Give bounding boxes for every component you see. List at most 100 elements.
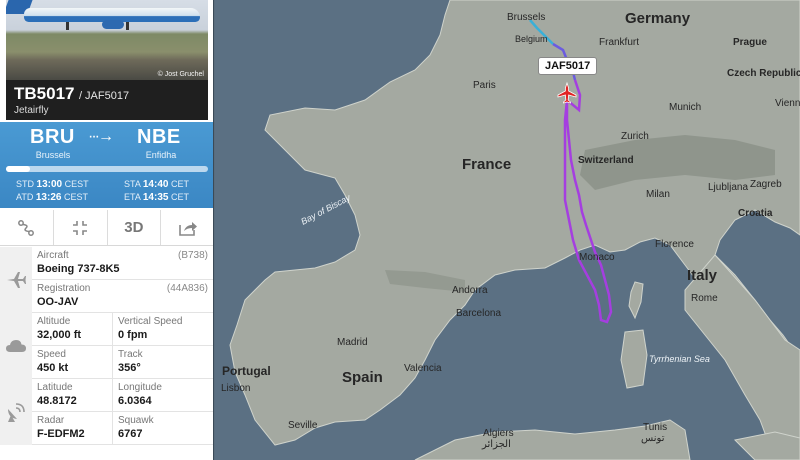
aircraft-value: Boeing 737-8K5	[37, 263, 120, 275]
track-cell: Track 356°	[113, 346, 213, 379]
latitude-value: 48.8172	[37, 395, 77, 407]
flight-number: TB5017	[14, 84, 75, 103]
map-canvas[interactable]: Germany France Italy Spain Portugal Brus…	[215, 0, 800, 460]
flight-progress-bar	[6, 166, 208, 172]
3d-view-button[interactable]: 3D	[108, 210, 162, 245]
arrival-times: STA 14:40 CET ETA 14:35 CET	[124, 178, 189, 204]
registration-label: Registration	[37, 283, 91, 294]
city-label: Tunis	[643, 422, 667, 433]
radar-label: Radar	[37, 415, 65, 426]
flight-toolbar: 3D	[0, 210, 213, 246]
longitude-value: 6.0364	[118, 395, 152, 407]
plane-icon	[0, 247, 32, 313]
city-label: Vienna	[775, 98, 800, 109]
country-label: Germany	[625, 10, 691, 27]
altitude-value: 32,000 ft	[37, 329, 82, 341]
altitude-label: Altitude	[37, 316, 71, 327]
photo-credit: © Jost Gruchel	[157, 71, 204, 78]
city-label: Andorra	[452, 285, 488, 296]
region-label: Belgium	[515, 34, 548, 44]
city-label: Milan	[646, 189, 670, 200]
route-icon	[18, 219, 35, 236]
std-timezone: CEST	[64, 179, 89, 189]
registration-value: OO-JAV	[37, 296, 79, 308]
plane-gear	[126, 22, 129, 30]
track-value: 356°	[118, 362, 141, 374]
city-label: Monaco	[579, 252, 615, 263]
sta-time: 14:40	[142, 179, 169, 190]
route-box: BRU Brussels ···→ NBE Enfidha STD 13:00 …	[0, 122, 213, 208]
atd-label: ATD	[16, 192, 34, 202]
city-label-arabic: تونس	[641, 433, 665, 444]
eta-timezone: CET	[170, 192, 189, 202]
std-label: STD	[16, 179, 34, 189]
aircraft-row: Aircraft (B738) Boeing 737-8K5	[32, 247, 213, 280]
alt-flight-number: / JAF5017	[78, 90, 130, 102]
city-label: Lisbon	[221, 383, 250, 394]
cloud-icon	[0, 313, 32, 379]
city-label-arabic: الجزائر	[481, 439, 511, 450]
city-label: Prague	[733, 37, 767, 48]
squawk-value: 6767	[118, 428, 143, 440]
country-label: Italy	[687, 267, 718, 284]
destination-code[interactable]: NBE	[137, 126, 181, 149]
city-label: Seville	[288, 420, 318, 431]
vertical-speed-label: Vertical Speed	[118, 316, 183, 327]
departure-times: STD 13:00 CEST ATD 13:26 CEST	[16, 178, 89, 204]
city-label: Florence	[655, 239, 694, 250]
city-label: Ljubljana	[708, 182, 748, 193]
city-label: Paris	[473, 80, 496, 91]
city-label: Brussels	[507, 12, 545, 23]
city-label: Zurich	[621, 131, 649, 142]
squawk-cell: Squawk 6767	[113, 412, 213, 445]
flight-header: TB5017 / JAF5017 Jetairfly	[6, 80, 208, 120]
airline-name: Jetairfly	[14, 105, 49, 116]
region-label: Czech Republic	[727, 68, 800, 79]
flight-map[interactable]: Germany France Italy Spain Portugal Brus…	[215, 0, 800, 460]
origin-code[interactable]: BRU	[30, 126, 75, 149]
flight-progress-fill	[6, 166, 31, 172]
origin-city: Brussels	[35, 150, 71, 160]
atd-timezone: CEST	[63, 192, 88, 202]
route-button[interactable]	[0, 210, 54, 245]
speed-cell: Speed 450 kt	[32, 346, 112, 379]
share-button[interactable]	[161, 210, 213, 245]
position-section: Latitude 48.8172 Longitude 6.0364 Radar …	[0, 379, 213, 445]
aircraft-photo: © Jost Gruchel	[6, 0, 208, 80]
region-label: Croatia	[738, 208, 773, 219]
city-label: Madrid	[337, 337, 368, 348]
sea-label: Tyrrhenian Sea	[649, 354, 710, 364]
radar-dish-icon	[0, 379, 32, 445]
sta-timezone: CET	[170, 179, 189, 189]
route-arrow-icon: ···→	[88, 128, 114, 145]
city-label: Valencia	[404, 363, 442, 374]
country-label: Spain	[342, 369, 383, 386]
eta-label: ETA	[124, 192, 141, 202]
city-label: Munich	[669, 102, 701, 113]
sta-label: STA	[124, 179, 141, 189]
flight-callout[interactable]: JAF5017	[538, 57, 598, 75]
city-label: Barcelona	[456, 308, 501, 319]
longitude-label: Longitude	[118, 382, 162, 393]
region-label: Switzerland	[578, 155, 634, 166]
country-label: France	[462, 156, 511, 173]
fullscreen-button[interactable]	[54, 210, 108, 245]
country-label: Portugal	[222, 364, 271, 378]
altitude-cell: Altitude 32,000 ft	[32, 313, 112, 346]
atd-time: 13:26	[35, 192, 62, 203]
fullscreen-icon	[73, 220, 88, 235]
std-time: 13:00	[36, 179, 63, 190]
vertical-speed-cell: Vertical Speed 0 fpm	[113, 313, 213, 346]
latitude-label: Latitude	[37, 382, 73, 393]
destination-city: Enfidha	[145, 150, 177, 160]
vertical-speed-value: 0 fpm	[118, 329, 148, 341]
speed-value: 450 kt	[37, 362, 69, 374]
radar-value: F-EDFM2	[37, 428, 85, 440]
flight-panel: © Jost Gruchel TB5017 / JAF5017 Jetairfl…	[0, 0, 214, 460]
land-sardinia	[620, 329, 648, 389]
squawk-label: Squawk	[118, 415, 154, 426]
share-icon	[178, 221, 197, 236]
registration-code: (44A836)	[166, 283, 208, 294]
city-label: Rome	[691, 293, 718, 304]
speed-label: Speed	[37, 349, 66, 360]
